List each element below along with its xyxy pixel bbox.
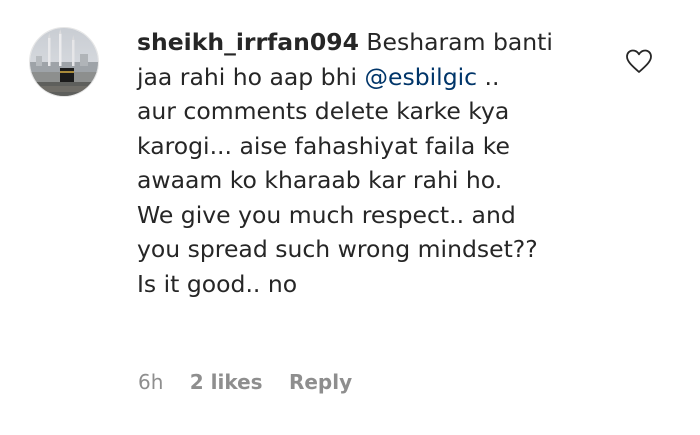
reply-button[interactable]: Reply [289,370,352,394]
mosque-photo-avatar [30,28,98,96]
likes-count-button[interactable]: 2 likes [190,370,263,394]
comment-item: sheikh_irrfan094 Besharam banti jaa rahi… [0,0,700,435]
comment-line: We give you much respect.. and [137,200,516,229]
comment-line-text: Besharam banti [366,28,553,56]
heart-outline-icon [626,49,652,73]
username-link[interactable]: sheikh_irrfan094 [137,28,359,56]
like-button[interactable] [625,48,653,74]
comment-line: karogi... aise fahashiyat faila ke [137,131,511,160]
comment-text: sheikh_irrfan094 Besharam banti jaa rahi… [137,25,617,301]
comment-line: jaa rahi ho aap bhi @esbilgic .. [137,60,617,95]
comment-line: aur comments delete karke kya [137,97,510,125]
avatar[interactable] [29,27,99,97]
comment-meta: 6h 2 likes Reply [138,370,372,394]
mention-link[interactable]: @esbilgic [365,63,478,91]
comment-line: awaam ko kharaab kar rahi ho. [137,166,503,194]
comment-line: you spread such wrong mindset?? [137,235,538,263]
comment-line: sheikh_irrfan094 Besharam banti [137,25,617,60]
comment-body: sheikh_irrfan094 Besharam banti jaa rahi… [137,25,617,301]
comment-line-text: jaa rahi ho aap bhi [137,62,358,91]
comment-line: Is it good.. no [137,269,298,298]
comment-line-text: .. [484,62,500,91]
timestamp[interactable]: 6h [138,370,163,394]
